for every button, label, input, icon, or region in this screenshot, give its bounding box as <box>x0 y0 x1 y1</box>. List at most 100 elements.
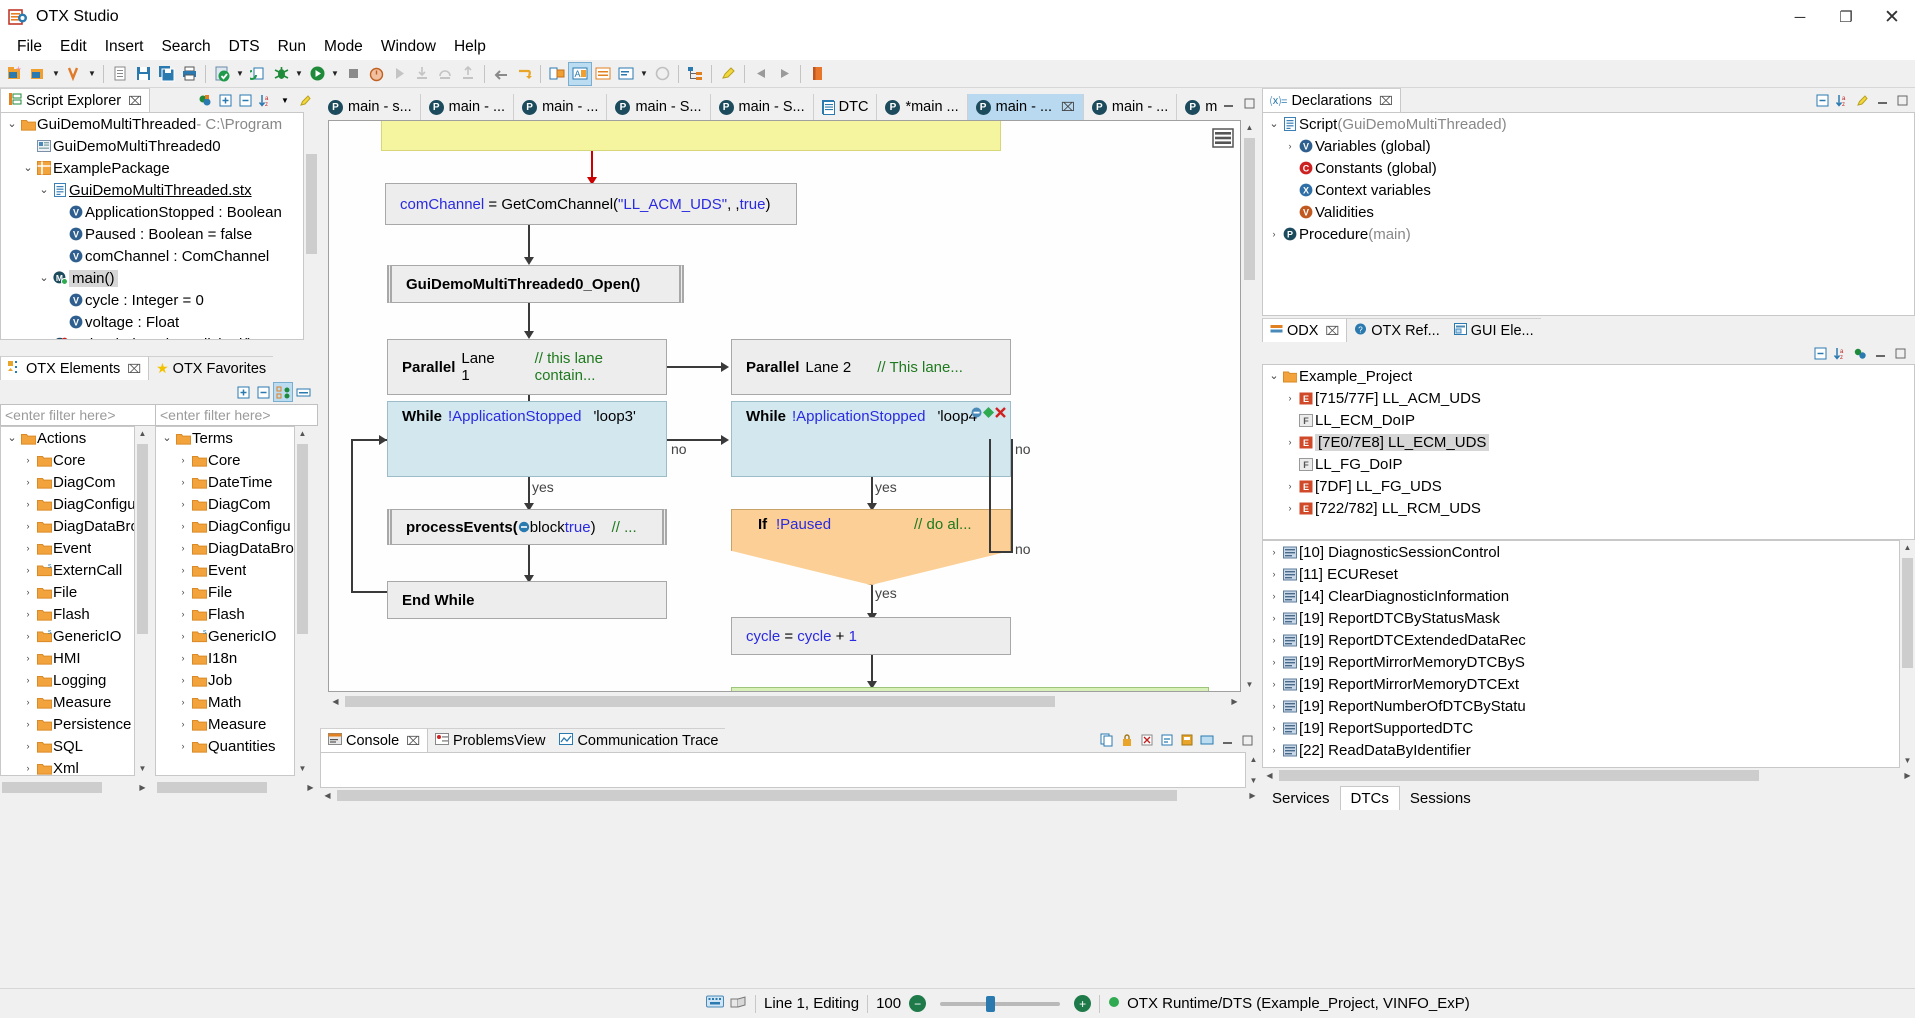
script-explorer-item[interactable]: VApplicationStopped : Boolean <box>1 201 303 223</box>
view-menu-caret[interactable]: ▼ <box>276 91 294 109</box>
chevron-right-icon[interactable]: › <box>21 477 35 487</box>
console-tab[interactable]: ProblemsView <box>428 728 552 752</box>
view-form-icon[interactable] <box>615 63 637 85</box>
scroll-up-icon[interactable]: ▲ <box>1246 752 1261 767</box>
actions-hscrollbar[interactable]: ▶ <box>0 780 150 795</box>
console-tab[interactable]: Console⌧ <box>320 728 428 752</box>
chevron-right-icon[interactable]: › <box>176 521 190 531</box>
odx-tree-item[interactable]: ›E[722/782] LL_RCM_UDS <box>1263 497 1914 519</box>
collapse-all-icon[interactable] <box>1813 91 1831 109</box>
chevron-right-icon[interactable]: › <box>1267 569 1281 579</box>
expand-all-icon[interactable] <box>216 91 234 109</box>
editor-tab[interactable]: Pmain - ... <box>1177 94 1218 120</box>
odx-bottom-tab[interactable]: Sessions <box>1400 787 1481 810</box>
declarations-item[interactable]: ⌄Script (GuiDemoMultiThreaded) <box>1263 113 1914 135</box>
chevron-right-icon[interactable]: › <box>176 631 190 641</box>
otx-action-item[interactable]: ›Logging <box>1 669 134 691</box>
chevron-right-icon[interactable]: › <box>176 741 190 751</box>
script-explorer-item[interactable]: VcomChannel : ComChannel <box>1 245 303 267</box>
odx-tab[interactable]: ?OTX Ref... <box>1347 318 1447 342</box>
chevron-right-icon[interactable]: › <box>21 653 35 663</box>
minimize-icon[interactable] <box>1218 731 1236 749</box>
chevron-right-icon[interactable]: › <box>21 609 35 619</box>
odx-service-item[interactable]: ›[19] ReportSupportedDTC <box>1263 717 1899 739</box>
odx-service-item[interactable]: ›[19] ReportMirrorMemoryDTCByS <box>1263 651 1899 673</box>
chevron-right-icon[interactable]: › <box>176 477 190 487</box>
print-icon[interactable] <box>178 63 200 85</box>
check-dropdown-caret[interactable]: ▼ <box>234 63 246 85</box>
chevron-down-icon[interactable]: ⌄ <box>5 120 19 128</box>
link-with-editor-icon[interactable] <box>196 91 214 109</box>
scroll-down-icon[interactable]: ▼ <box>1246 773 1261 788</box>
bookmark-icon[interactable] <box>806 63 828 85</box>
compile-icon[interactable] <box>247 63 269 85</box>
odx-services-list[interactable]: ›[10] DiagnosticSessionControl›[11] ECUR… <box>1262 540 1900 768</box>
odx-ecu-tree[interactable]: ⌄Example_Project›E[715/77F] LL_ACM_UDSFL… <box>1262 364 1915 540</box>
menu-file[interactable]: File <box>8 36 51 58</box>
chevron-right-icon[interactable]: › <box>176 653 190 663</box>
otx-term-item[interactable]: ›File <box>156 581 294 603</box>
scroll-left-icon[interactable]: ◀ <box>328 694 343 709</box>
close-icon[interactable]: ⌧ <box>1325 324 1339 338</box>
otx-term-item[interactable]: ›DiagDataBro <box>156 537 294 559</box>
menu-mode[interactable]: Mode <box>315 36 372 58</box>
odx-services-vscrollbar[interactable]: ▲ ▼ <box>1900 540 1915 768</box>
editor-tab[interactable]: Pmain - S... <box>607 94 710 120</box>
tab-otx-favorites[interactable]: ★ OTX Favorites <box>149 356 273 380</box>
new-document-icon[interactable] <box>109 63 131 85</box>
branch-node-ifpaused[interactable]: If !Paused // do al... <box>731 509 1011 585</box>
highlight-icon[interactable] <box>717 63 739 85</box>
otx-action-item[interactable]: ›Measure <box>1 691 134 713</box>
chevron-right-icon[interactable]: › <box>1267 657 1281 667</box>
chevron-right-icon[interactable]: › <box>1267 723 1281 733</box>
terms-vscrollbar[interactable]: ▲ ▼ <box>295 426 310 776</box>
otx-term-item[interactable]: ›Job <box>156 669 294 691</box>
chevron-right-icon[interactable]: › <box>21 675 35 685</box>
scroll-up-icon[interactable]: ▲ <box>1242 120 1257 135</box>
validate-dropdown-caret[interactable]: ▼ <box>86 63 98 85</box>
scroll-right-icon[interactable]: ▶ <box>303 780 318 795</box>
sort-az-icon[interactable]: az <box>1831 344 1849 362</box>
minimize-editor-icon[interactable] <box>1219 94 1237 112</box>
scroll-left-icon[interactable]: ◀ <box>320 788 335 803</box>
run-icon[interactable] <box>306 63 328 85</box>
tab-declarations[interactable]: ⒳= Declarations ⌧ <box>1262 88 1401 112</box>
chevron-right-icon[interactable]: › <box>1267 613 1281 623</box>
script-explorer-item[interactable]: ⌄Mmain() <box>1 267 303 289</box>
tab-otx-elements[interactable]: OTX Elements ⌧ <box>0 356 149 380</box>
menu-run[interactable]: Run <box>269 36 315 58</box>
while-node-loop4[interactable]: While !ApplicationStopped 'loop4' <box>731 401 1011 477</box>
otx-action-item[interactable]: ›SQL <box>1 735 134 757</box>
otx-term-item[interactable]: ›Math <box>156 691 294 713</box>
run-dropdown-caret[interactable]: ▼ <box>329 63 341 85</box>
scroll-up-icon[interactable]: ▲ <box>1900 540 1915 555</box>
chevron-down-icon[interactable]: ⌄ <box>1267 120 1281 128</box>
chevron-right-icon[interactable]: › <box>21 587 35 597</box>
chevron-right-icon[interactable]: › <box>176 565 190 575</box>
remove-icon[interactable] <box>971 405 982 422</box>
chevron-right-icon[interactable]: › <box>1267 591 1281 601</box>
minimize-button[interactable]: ─ <box>1777 0 1823 34</box>
editor-tab[interactable]: Pmain - ... <box>514 94 607 120</box>
editor-tab[interactable]: Pmain - ... <box>421 94 514 120</box>
otx-term-item[interactable]: ›DateTime <box>156 471 294 493</box>
scroll-thumb[interactable] <box>306 154 317 254</box>
console-tab[interactable]: Communication Trace <box>552 728 725 752</box>
otx-term-item[interactable]: ›Event <box>156 559 294 581</box>
chevron-right-icon[interactable]: › <box>21 565 35 575</box>
procedure-call-node-open[interactable]: GuiDemoMultiThreaded0_Open() <box>387 265 684 303</box>
diagram-canvas[interactable]: voltage Float variable (local) comChanne… <box>328 120 1241 692</box>
otx-elements-actions-tree[interactable]: ⌄Actions›Core›DiagCom›DiagConfigu›DiagDa… <box>0 426 135 776</box>
odx-bottom-tab[interactable]: DTCs <box>1340 786 1400 810</box>
maximize-editor-icon[interactable] <box>1240 94 1258 112</box>
new-project-icon[interactable]: + <box>4 63 26 85</box>
console-hscrollbar[interactable]: ◀ ▶ <box>320 788 1260 803</box>
odx-tree-item[interactable]: FLL_FG_DoIP <box>1263 453 1914 475</box>
scroll-right-icon[interactable]: ▶ <box>1227 694 1242 709</box>
chevron-right-icon[interactable]: › <box>1283 481 1297 491</box>
otx-elements-left-filter[interactable]: <enter filter here> <box>0 404 159 426</box>
delete-icon[interactable] <box>995 405 1006 422</box>
chevron-right-icon[interactable]: › <box>21 499 35 509</box>
chevron-right-icon[interactable]: › <box>1267 679 1281 689</box>
chevron-right-icon[interactable]: › <box>1267 229 1281 239</box>
